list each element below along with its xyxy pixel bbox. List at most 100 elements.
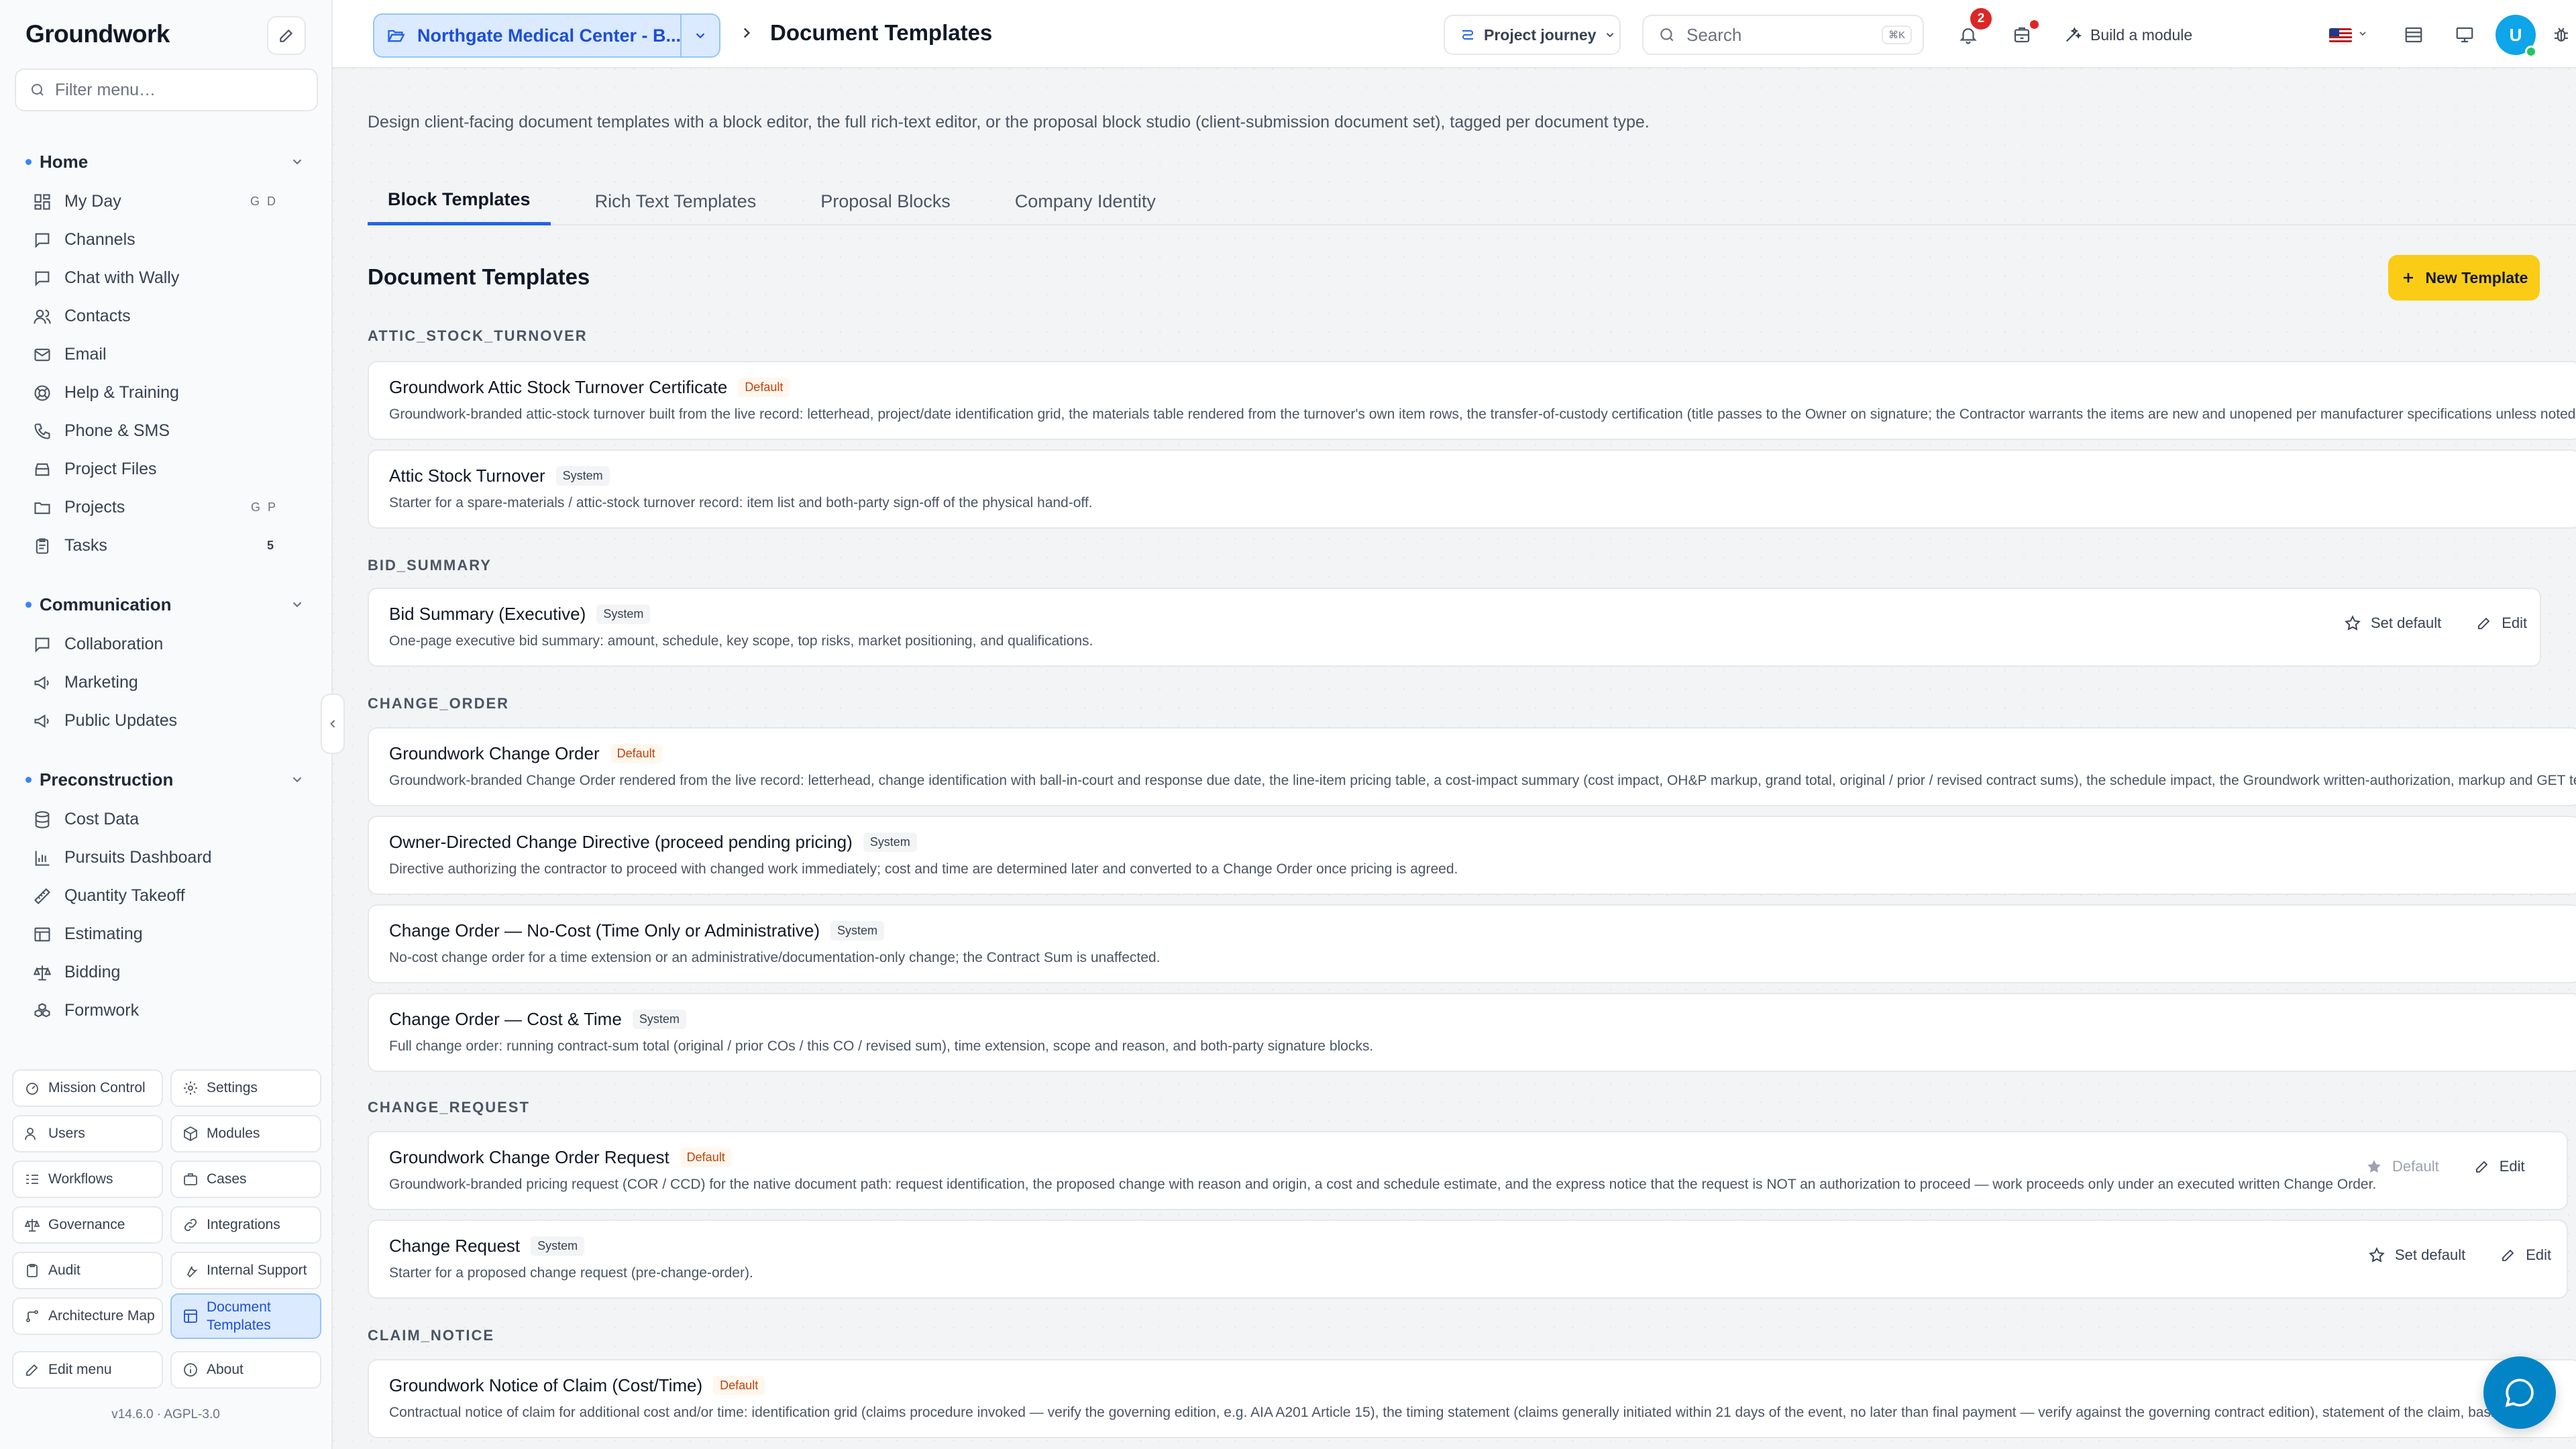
chat-assistant-button[interactable]: [2483, 1356, 2556, 1429]
sidebar-item-bidding[interactable]: Bidding: [0, 953, 331, 991]
us-flag-icon[interactable]: [2329, 28, 2352, 43]
default-badge: Default: [610, 744, 662, 763]
set-default-button[interactable]: Set default: [2368, 1246, 2465, 1264]
global-search-field[interactable]: ⌘K: [1642, 15, 1924, 55]
filter-menu-field[interactable]: [15, 68, 318, 111]
chevron-down-icon[interactable]: [2357, 28, 2368, 39]
template-card[interactable]: Change Request System Starter for a propo…: [368, 1220, 2568, 1299]
chat-bubble-icon: [2503, 1376, 2536, 1409]
template-card[interactable]: Bid Summary (Executive) System One-page e…: [368, 588, 2541, 667]
chevron-down-icon: [1604, 29, 1616, 41]
global-search-input[interactable]: [1686, 24, 1861, 46]
edit-pencil-button[interactable]: [267, 16, 306, 55]
section-preconstruction[interactable]: Preconstruction: [0, 759, 331, 800]
edit-button[interactable]: Edit: [2474, 1158, 2525, 1175]
set-default-button[interactable]: Set default: [2344, 614, 2441, 632]
tool-mission-control[interactable]: Mission Control: [12, 1069, 163, 1107]
template-description: No-cost change order for a time extensio…: [389, 950, 1161, 965]
magic-wand-icon: [2063, 25, 2082, 44]
chevron-down-icon[interactable]: [290, 772, 305, 787]
template-card[interactable]: Groundwork Change Order Default Groundwor…: [368, 727, 2576, 806]
sidebar-item-quantity-takeoff[interactable]: Quantity Takeoff: [0, 877, 331, 915]
tab-company-identity[interactable]: Company Identity: [995, 177, 1176, 225]
sidebar-item-marketing[interactable]: Marketing: [0, 663, 331, 702]
sidebar-item-pursuits-dashboard[interactable]: Pursuits Dashboard: [0, 839, 331, 877]
tool-internal-support[interactable]: Internal Support: [170, 1252, 321, 1289]
section-title: Communication: [40, 594, 172, 614]
template-card[interactable]: Change Order — No-Cost (Time Only or Adm…: [368, 904, 2576, 983]
template-description: Full change order: running contract-sum …: [389, 1038, 1374, 1054]
tab-rich-text-templates[interactable]: Rich Text Templates: [575, 177, 777, 225]
section-home[interactable]: Home: [0, 141, 331, 182]
monitor-icon[interactable]: [2450, 20, 2479, 50]
tool-cases[interactable]: Cases: [170, 1161, 321, 1198]
sidebar-item-tasks[interactable]: Tasks 5: [0, 527, 331, 565]
tool-workflows[interactable]: Workflows: [12, 1161, 163, 1198]
card-actions: Default Edit: [2365, 1158, 2525, 1175]
edit-button[interactable]: Edit: [2476, 614, 2527, 632]
sidebar-item-chat-with-wally[interactable]: Chat with Wally: [0, 259, 331, 297]
tool-governance[interactable]: Governance: [12, 1206, 163, 1244]
tool-architecture-map[interactable]: Architecture Map: [12, 1297, 163, 1335]
template-card[interactable]: Groundwork Change Order Request Default G…: [368, 1131, 2568, 1210]
plus-icon: [2400, 270, 2416, 286]
tool-label: Document Templates: [207, 1299, 271, 1333]
filter-menu-input[interactable]: [55, 80, 297, 100]
tab-block-templates[interactable]: Block Templates: [368, 177, 551, 225]
sidebar-nav[interactable]: Home My Day G D Channels Chat with Wally…: [0, 141, 331, 1060]
tool-edit-menu[interactable]: Edit menu: [12, 1351, 163, 1389]
sidebar-item-channels[interactable]: Channels: [0, 221, 331, 259]
project-dropdown-button[interactable]: [680, 15, 719, 56]
tool-about[interactable]: About: [170, 1351, 321, 1389]
tool-users[interactable]: Users: [12, 1115, 163, 1152]
collapse-sidebar-button[interactable]: [321, 694, 345, 754]
shortcut-hint: G P: [250, 500, 278, 514]
template-description: Starter for a spare-materials / attic-st…: [389, 495, 1093, 511]
new-template-button[interactable]: New Template: [2388, 255, 2540, 301]
sidebar-item-label: Email: [64, 345, 107, 364]
tool-label: Internal Support: [207, 1263, 307, 1278]
template-card[interactable]: Groundwork Attic Stock Turnover Certific…: [368, 361, 2576, 440]
chevron-down-icon[interactable]: [290, 597, 305, 612]
edit-label: Edit: [2526, 1246, 2552, 1263]
project-selector[interactable]: Northgate Medical Center - B...: [373, 13, 720, 58]
sidebar-item-phone-sms[interactable]: Phone & SMS: [0, 412, 331, 450]
list-view-icon[interactable]: [2399, 20, 2428, 50]
bug-icon[interactable]: [2546, 20, 2576, 50]
app-logo[interactable]: Groundwork: [25, 20, 170, 48]
template-card[interactable]: Owner-Directed Change Directive (proceed…: [368, 816, 2576, 895]
tool-integrations[interactable]: Integrations: [170, 1206, 321, 1244]
sidebar-item-public-updates[interactable]: Public Updates: [0, 702, 331, 740]
chevron-down-icon[interactable]: [290, 154, 305, 169]
section-communication[interactable]: Communication: [0, 584, 331, 625]
tool-document-templates[interactable]: Document Templates: [170, 1293, 321, 1339]
project-journey-button[interactable]: Project journey: [1444, 15, 1621, 55]
section-title: Preconstruction: [40, 769, 174, 790]
sidebar-item-contacts[interactable]: Contacts: [0, 297, 331, 335]
tool-audit[interactable]: Audit: [12, 1252, 163, 1289]
tab-proposal-blocks[interactable]: Proposal Blocks: [800, 177, 971, 225]
sidebar-item-label: Formwork: [64, 1001, 140, 1020]
template-name: Change Order — Cost & Time: [389, 1009, 622, 1029]
template-card[interactable]: Change Order — Cost & Time System Full ch…: [368, 993, 2576, 1072]
sidebar-item-formwork[interactable]: Formwork: [0, 991, 331, 1030]
star-icon: [2368, 1246, 2385, 1264]
sidebar-item-my-day[interactable]: My Day G D: [0, 182, 331, 221]
edit-button[interactable]: Edit: [2500, 1246, 2551, 1264]
sidebar-item-projects[interactable]: Projects G P: [0, 488, 331, 527]
tool-settings[interactable]: Settings: [170, 1069, 321, 1107]
sidebar-item-cost-data[interactable]: Cost Data: [0, 800, 331, 839]
sidebar-item-help-training[interactable]: Help & Training: [0, 374, 331, 412]
ruler-icon: [32, 886, 52, 906]
sidebar-item-project-files[interactable]: Project Files: [0, 450, 331, 488]
build-module-button[interactable]: Build a module: [2063, 20, 2192, 50]
template-card[interactable]: Groundwork Notice of Claim (Cost/Time) De…: [368, 1359, 2576, 1438]
template-card[interactable]: Attic Stock Turnover System Starter for a…: [368, 449, 2576, 529]
sidebar-item-email[interactable]: Email: [0, 335, 331, 374]
sidebar-item-collaboration[interactable]: Collaboration: [0, 625, 331, 663]
template-description: Starter for a proposed change request (p…: [389, 1265, 753, 1281]
section-title: Home: [40, 151, 89, 172]
sidebar-item-estimating[interactable]: Estimating: [0, 915, 331, 953]
tool-modules[interactable]: Modules: [170, 1115, 321, 1152]
sidebar-item-label: My Day: [64, 192, 121, 211]
